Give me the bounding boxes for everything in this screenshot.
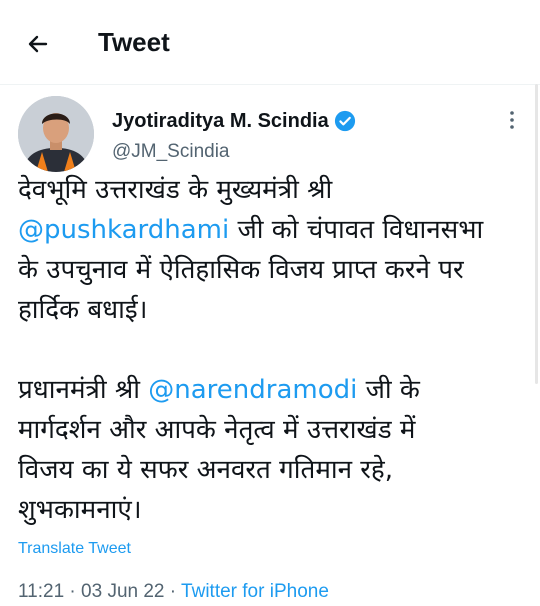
text-line: मार्गदर्शन और आपके नेतृत्व में उत्तराखंड… [18,415,416,445]
text-line: प्रधानमंत्री श्री [18,375,149,405]
author-handle[interactable]: @JM_Scindia [112,140,230,164]
arrow-left-icon [28,35,48,53]
top-bar: Tweet [0,0,540,85]
scrollbar[interactable] [535,84,538,384]
tweet-paragraph-1: देवभूमि उत्तराखंड के मुख्यमंत्री श्री @p… [18,170,528,330]
tweet-source-link[interactable]: Twitter for iPhone [181,581,329,602]
avatar-photo [18,96,94,172]
text-line: विजय का ये सफर अनवरत गतिमान रहे, [18,455,394,485]
text-line: के उपचुनाव में ऐतिहासिक विजय प्राप्त करन… [18,255,464,285]
text-line: देवभूमि उत्तराखंड के मुख्यमंत्री श्री [18,175,333,205]
tweet-meta: 11:21 · 03 Jun 22 · Twitter for iPhone [18,579,329,605]
author-name[interactable]: Jyotiraditya M. Scindia [112,108,329,134]
tweet-time[interactable]: 11:21 [18,581,64,602]
text-line: जी को चंपावत विधानसभा [229,215,484,245]
mention-link[interactable]: @narendramodi [148,375,357,405]
tweet-date[interactable]: 03 Jun 22 [81,581,164,602]
text-line: जी के [357,375,420,405]
more-vertical-icon[interactable] [500,108,524,132]
text-line: शुभकामनाएं। [18,495,142,525]
verified-badge-icon [334,110,356,132]
text-line: हार्दिक बधाई। [18,295,148,325]
meta-separator: · [169,581,177,602]
back-button[interactable] [20,26,56,62]
mention-link[interactable]: @pushkardhami [18,215,229,245]
tweet-paragraph-2: प्रधानमंत्री श्री @narendramodi जी के मा… [18,370,528,530]
page-title: Tweet [98,27,170,57]
translate-tweet-link[interactable]: Translate Tweet [18,538,131,560]
tweet-text: देवभूमि उत्तराखंड के मुख्यमंत्री श्री @p… [18,170,528,530]
meta-separator: · [69,581,76,602]
avatar[interactable] [18,96,94,172]
